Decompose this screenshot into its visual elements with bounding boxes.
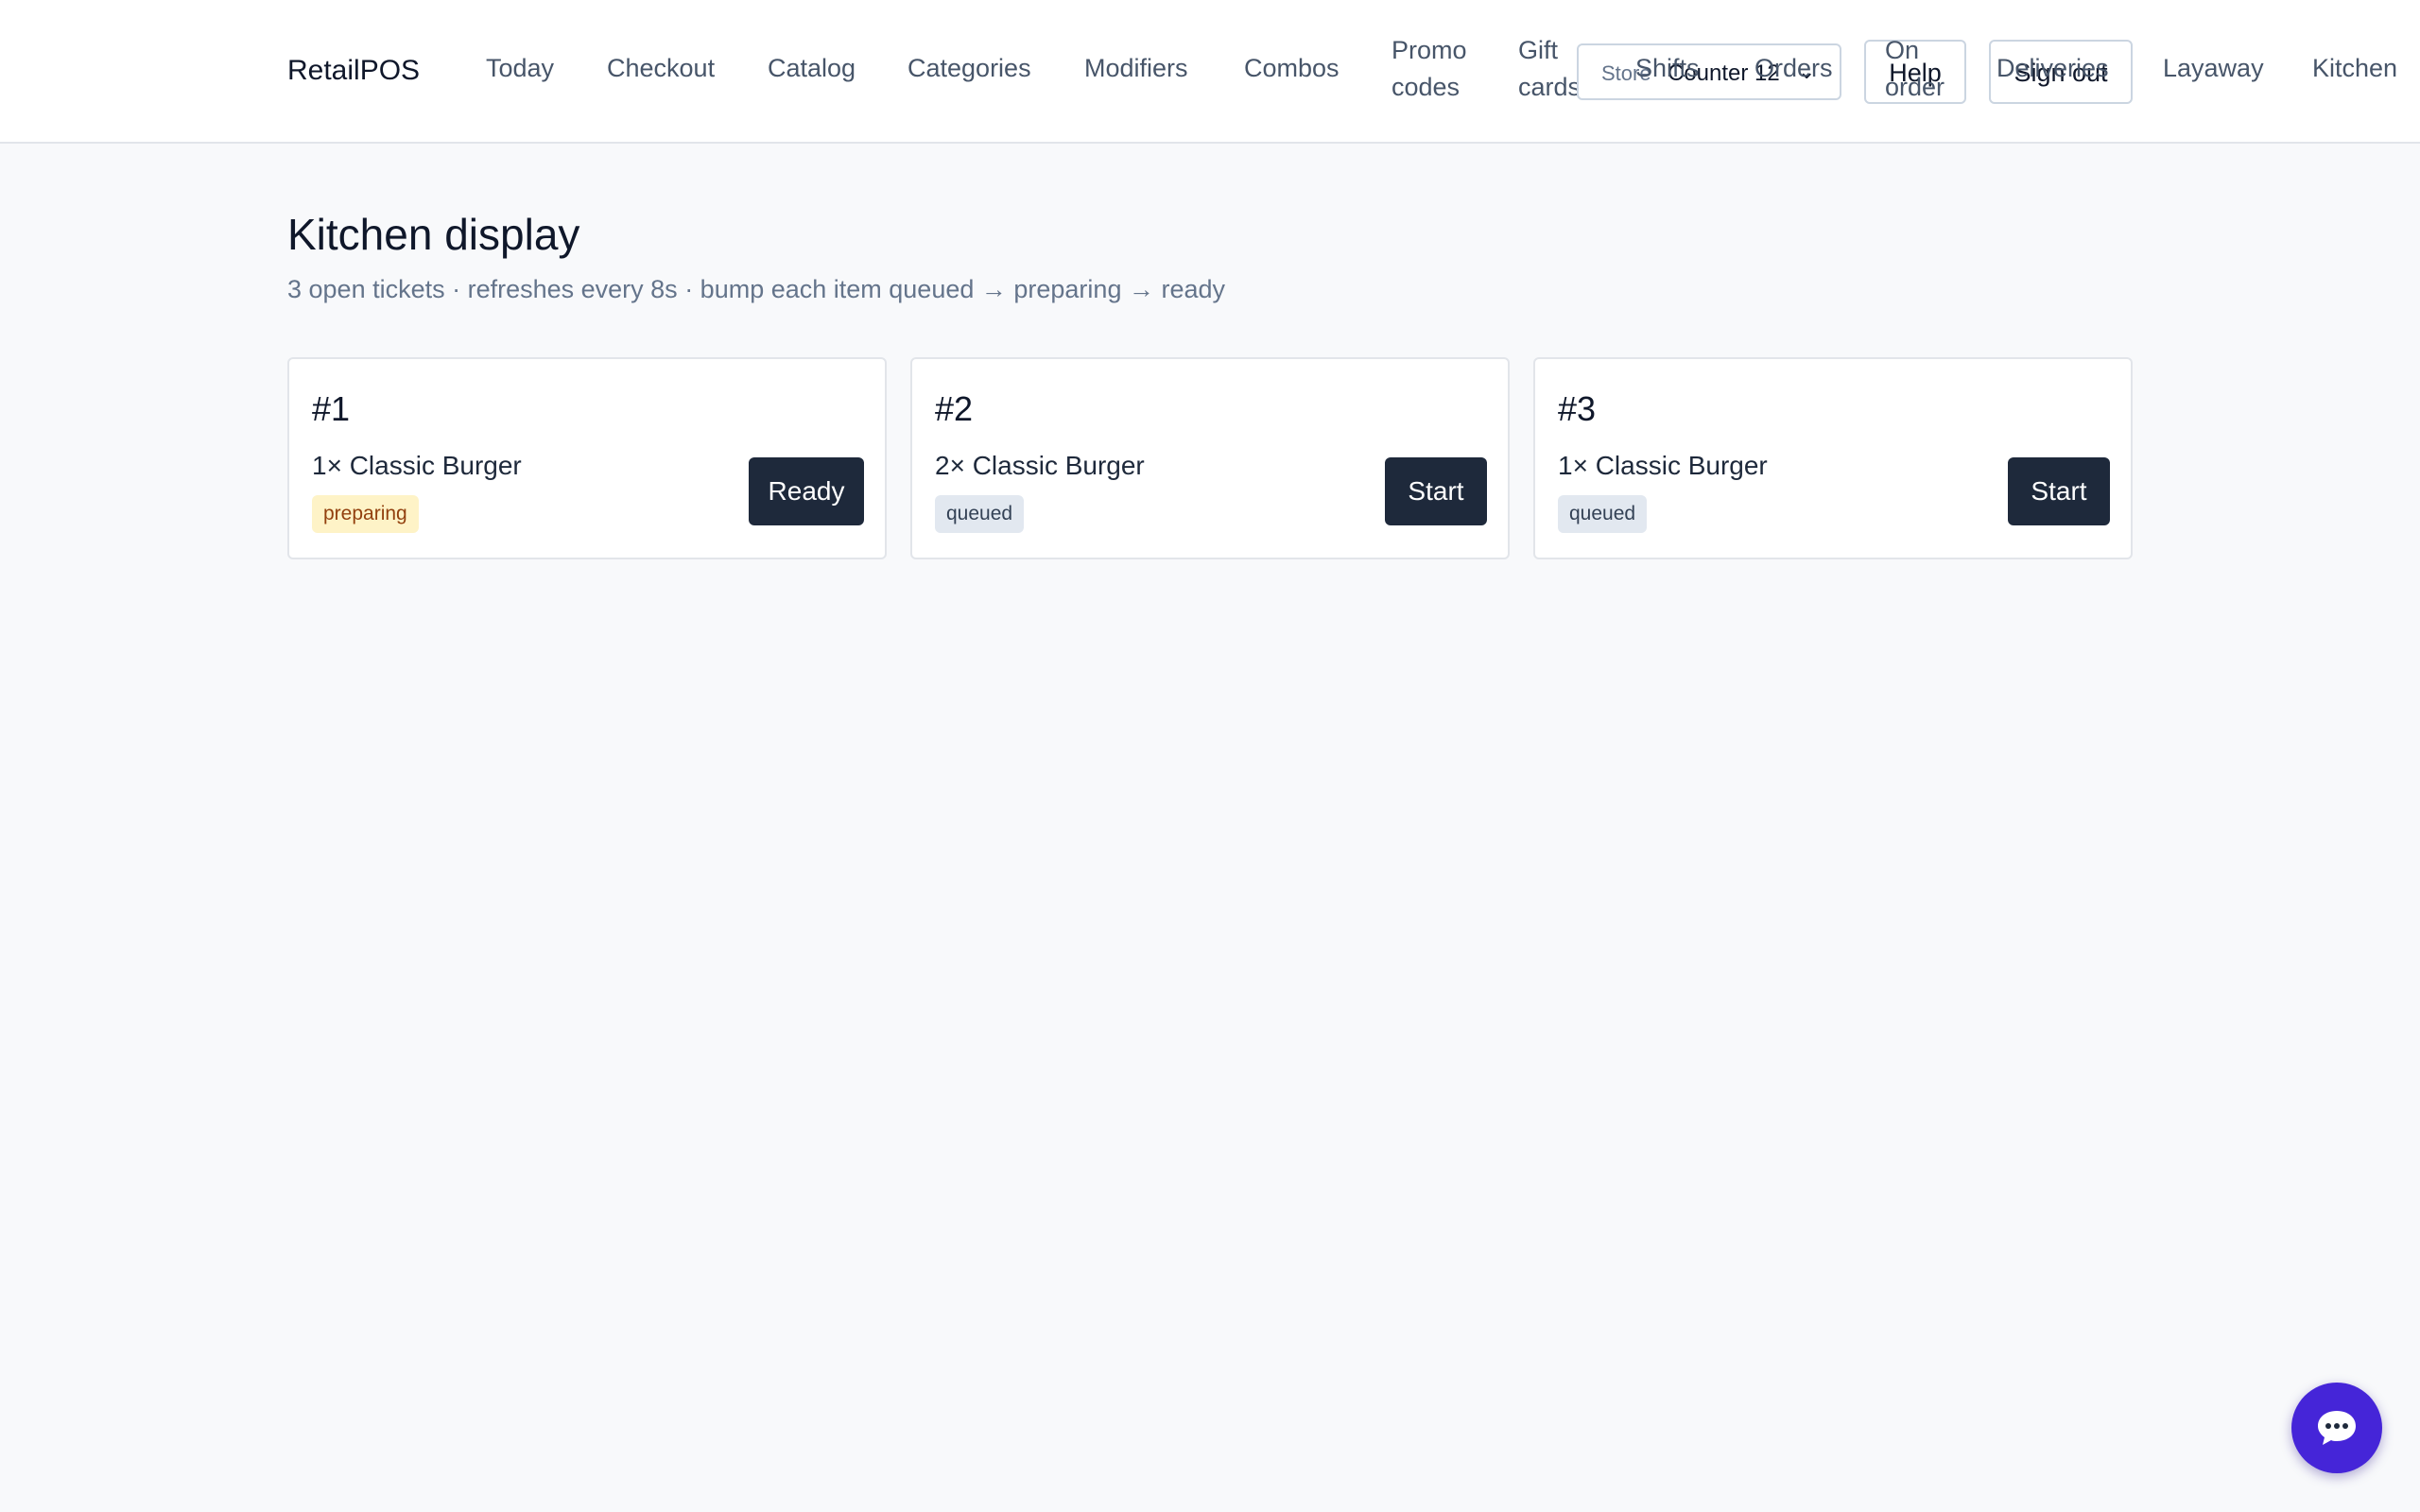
page-subtitle: 3 open tickets · refreshes every 8s · bu… xyxy=(287,275,1225,303)
status-badge: queued xyxy=(1558,495,1648,533)
nav-combos[interactable]: Combos xyxy=(1244,50,1340,87)
ticket-item: 2× Classic Burger xyxy=(935,451,1145,480)
start-button[interactable]: Start xyxy=(2008,457,2110,525)
chat-button[interactable] xyxy=(2291,1383,2382,1473)
status-badge: preparing xyxy=(312,495,419,533)
nav-catalog[interactable]: Catalog xyxy=(768,50,856,87)
nav-gift-cards[interactable]: Gift cards xyxy=(1518,32,1581,106)
nav-layaway[interactable]: Layaway xyxy=(2163,50,2264,87)
nav-today[interactable]: Today xyxy=(486,50,554,87)
ticket-item: 1× Classic Burger xyxy=(312,451,522,480)
nav-categories[interactable]: Categories xyxy=(908,50,1031,87)
top-navigation-bar: RetailPOS Today Checkout Catalog Categor… xyxy=(0,0,2420,144)
ticket-card: #1 1× Classic Burger preparing Ready xyxy=(287,357,887,559)
nav-promo-codes[interactable]: Promo codes xyxy=(1392,32,1467,106)
nav-orders[interactable]: Orders xyxy=(1754,50,1833,87)
ticket-card: #3 1× Classic Burger queued Start xyxy=(1533,357,2133,559)
ticket-number: #1 xyxy=(312,389,351,428)
ticket-item: 1× Classic Burger xyxy=(1558,451,1768,480)
ready-button[interactable]: Ready xyxy=(749,457,864,525)
nav-modifiers[interactable]: Modifiers xyxy=(1084,50,1188,87)
brand-logo[interactable]: RetailPOS xyxy=(287,52,420,90)
nav-on-order[interactable]: On order xyxy=(1885,32,1945,106)
page-title: Kitchen display xyxy=(287,210,580,259)
nav-checkout[interactable]: Checkout xyxy=(607,50,715,87)
start-button[interactable]: Start xyxy=(1385,457,1487,525)
ticket-card: #2 2× Classic Burger queued Start xyxy=(910,357,1510,559)
status-badge: queued xyxy=(935,495,1025,533)
nav-kitchen[interactable]: Kitchen xyxy=(2312,50,2397,87)
ticket-number: #2 xyxy=(935,389,974,428)
nav-shifts[interactable]: Shifts xyxy=(1635,50,1700,87)
chat-bubble-icon xyxy=(2318,1411,2356,1445)
nav-deliveries[interactable]: Deliveries xyxy=(1996,50,2109,87)
ticket-number: #3 xyxy=(1558,389,1597,428)
